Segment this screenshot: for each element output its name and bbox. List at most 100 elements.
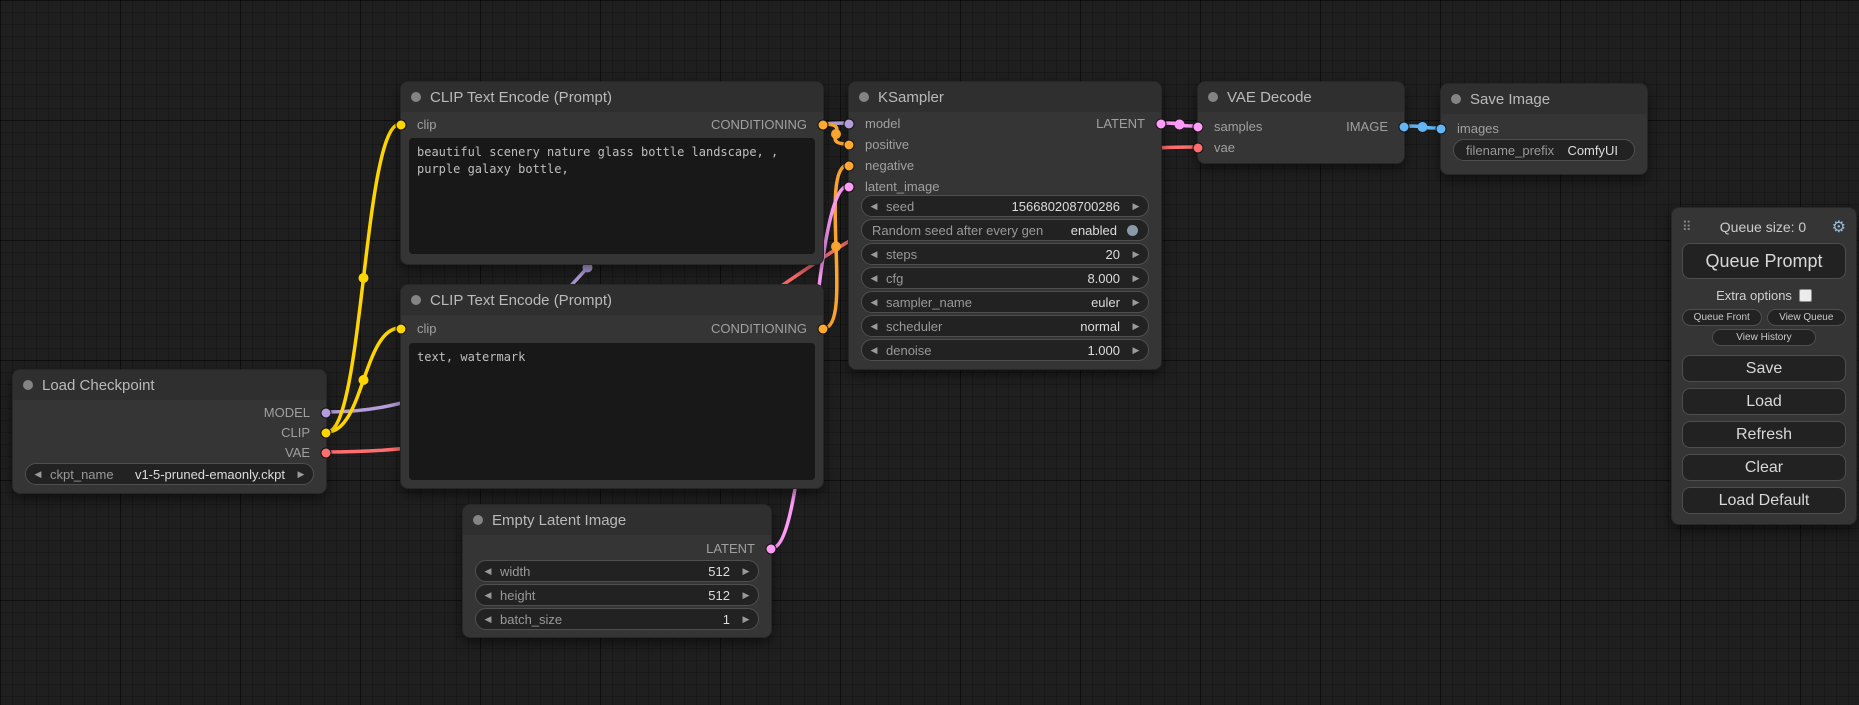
image-output-port[interactable] bbox=[1399, 122, 1410, 133]
latent-output-port[interactable] bbox=[766, 544, 777, 555]
decrement-icon[interactable] bbox=[862, 340, 886, 360]
decrement-icon[interactable] bbox=[862, 268, 886, 288]
node-empty-latent-titlebar[interactable]: Empty Latent Image bbox=[463, 505, 771, 535]
graph-canvas[interactable]: Load Checkpoint MODEL CLIP VAE ckpt_name… bbox=[0, 0, 1859, 705]
conditioning-output-port[interactable] bbox=[818, 120, 829, 131]
batch-size-widget[interactable]: batch_size 1 bbox=[475, 608, 759, 630]
images-input-port[interactable] bbox=[1436, 124, 1447, 135]
queue-prompt-button[interactable]: Queue Prompt bbox=[1682, 243, 1846, 279]
node-clip-negative-titlebar[interactable]: CLIP Text Encode (Prompt) bbox=[401, 285, 823, 315]
collapse-dot-icon[interactable] bbox=[1208, 92, 1218, 102]
height-widget[interactable]: height 512 bbox=[475, 584, 759, 606]
negative-prompt-textarea[interactable]: text, watermark bbox=[409, 343, 815, 480]
extra-options-label: Extra options bbox=[1716, 288, 1792, 303]
prev-value-icon[interactable] bbox=[862, 292, 886, 312]
model-input-port[interactable] bbox=[844, 119, 855, 130]
seed-widget[interactable]: seed 156680208700286 bbox=[861, 195, 1149, 217]
node-clip-positive-titlebar[interactable]: CLIP Text Encode (Prompt) bbox=[401, 82, 823, 112]
node-load-checkpoint-titlebar[interactable]: Load Checkpoint bbox=[13, 370, 326, 400]
negative-input-port[interactable] bbox=[844, 161, 855, 172]
samples-input-port[interactable] bbox=[1193, 122, 1204, 133]
widget-value: 20 bbox=[917, 247, 1124, 262]
scheduler-widget[interactable]: scheduler normal bbox=[861, 315, 1149, 337]
decrement-icon[interactable] bbox=[862, 196, 886, 216]
sampler-name-widget[interactable]: sampler_name euler bbox=[861, 291, 1149, 313]
node-load-checkpoint[interactable]: Load Checkpoint MODEL CLIP VAE ckpt_name… bbox=[12, 369, 327, 494]
latent-output-port[interactable] bbox=[1156, 119, 1167, 130]
collapse-dot-icon[interactable] bbox=[411, 295, 421, 305]
steps-widget[interactable]: steps 20 bbox=[861, 243, 1149, 265]
save-button[interactable]: Save bbox=[1682, 355, 1846, 382]
prev-value-icon[interactable] bbox=[26, 464, 50, 484]
denoise-widget[interactable]: denoise 1.000 bbox=[861, 339, 1149, 361]
decrement-icon[interactable] bbox=[476, 561, 500, 581]
collapse-dot-icon[interactable] bbox=[1451, 94, 1461, 104]
output-label-conditioning: CONDITIONING bbox=[711, 319, 807, 339]
increment-icon[interactable] bbox=[1124, 196, 1148, 216]
decrement-icon[interactable] bbox=[862, 244, 886, 264]
collapse-dot-icon[interactable] bbox=[411, 92, 421, 102]
refresh-button[interactable]: Refresh bbox=[1682, 421, 1846, 448]
node-clip-text-encode-negative[interactable]: CLIP Text Encode (Prompt) clip CONDITION… bbox=[400, 284, 824, 489]
input-label-positive: positive bbox=[865, 135, 909, 155]
latent-image-input-port[interactable] bbox=[844, 182, 855, 193]
wire-midpoint-dot bbox=[1418, 122, 1428, 132]
node-save-image[interactable]: Save Image images filename_prefix ComfyU… bbox=[1440, 83, 1648, 175]
drag-handle-icon[interactable] bbox=[1682, 219, 1698, 235]
increment-icon[interactable] bbox=[734, 585, 758, 605]
ckpt-name-widget[interactable]: ckpt_name v1-5-pruned-emaonly.ckpt bbox=[25, 463, 314, 485]
node-empty-latent-image[interactable]: Empty Latent Image LATENT width 512 heig… bbox=[462, 504, 772, 638]
decrement-icon[interactable] bbox=[476, 609, 500, 629]
filename-prefix-widget[interactable]: filename_prefix ComfyUI bbox=[1453, 139, 1635, 161]
wire-midpoint-dot bbox=[359, 273, 369, 283]
widget-name: sampler_name bbox=[886, 295, 972, 310]
vae-output-port[interactable] bbox=[321, 448, 332, 459]
node-ksampler-titlebar[interactable]: KSampler bbox=[849, 82, 1161, 112]
positive-prompt-textarea[interactable]: beautiful scenery nature glass bottle la… bbox=[409, 138, 815, 254]
increment-icon[interactable] bbox=[1124, 268, 1148, 288]
wire-midpoint-dot bbox=[359, 375, 369, 385]
node-save-image-titlebar[interactable]: Save Image bbox=[1441, 84, 1647, 114]
increment-icon[interactable] bbox=[1124, 244, 1148, 264]
clip-input-port[interactable] bbox=[396, 120, 407, 131]
extra-options-checkbox[interactable] bbox=[1799, 289, 1812, 302]
load-default-button[interactable]: Load Default bbox=[1682, 487, 1846, 514]
comfy-menu-panel[interactable]: Queue size: 0 Queue Prompt Extra options… bbox=[1671, 207, 1857, 525]
model-output-port[interactable] bbox=[321, 408, 332, 419]
settings-gear-icon[interactable] bbox=[1828, 217, 1846, 237]
random-seed-toggle-widget[interactable]: Random seed after every gen enabled bbox=[861, 219, 1149, 241]
increment-icon[interactable] bbox=[734, 609, 758, 629]
load-button[interactable]: Load bbox=[1682, 388, 1846, 415]
input-label-samples: samples bbox=[1214, 117, 1262, 137]
vae-input-port[interactable] bbox=[1193, 143, 1204, 154]
increment-icon[interactable] bbox=[734, 561, 758, 581]
node-ksampler[interactable]: KSampler model positive negative latent_… bbox=[848, 81, 1162, 370]
next-value-icon[interactable] bbox=[1124, 316, 1148, 336]
collapse-dot-icon[interactable] bbox=[23, 380, 33, 390]
widget-name: batch_size bbox=[500, 612, 562, 627]
increment-icon[interactable] bbox=[1124, 340, 1148, 360]
prev-value-icon[interactable] bbox=[862, 316, 886, 336]
queue-front-button[interactable]: Queue Front bbox=[1682, 309, 1762, 326]
node-clip-text-encode-positive[interactable]: CLIP Text Encode (Prompt) clip CONDITION… bbox=[400, 81, 824, 265]
view-history-button[interactable]: View History bbox=[1712, 329, 1816, 346]
node-vae-decode-titlebar[interactable]: VAE Decode bbox=[1198, 82, 1404, 112]
collapse-dot-icon[interactable] bbox=[473, 515, 483, 525]
node-vae-decode[interactable]: VAE Decode samples vae IMAGE bbox=[1197, 81, 1405, 164]
input-label-negative: negative bbox=[865, 156, 914, 176]
positive-input-port[interactable] bbox=[844, 140, 855, 151]
clip-input-port[interactable] bbox=[396, 324, 407, 335]
collapse-dot-icon[interactable] bbox=[859, 92, 869, 102]
next-value-icon[interactable] bbox=[289, 464, 313, 484]
input-label-images: images bbox=[1457, 119, 1499, 139]
output-label-vae: VAE bbox=[285, 443, 310, 463]
toggle-on-icon[interactable] bbox=[1127, 225, 1138, 236]
conditioning-output-port[interactable] bbox=[818, 324, 829, 335]
clip-output-port[interactable] bbox=[321, 428, 332, 439]
width-widget[interactable]: width 512 bbox=[475, 560, 759, 582]
decrement-icon[interactable] bbox=[476, 585, 500, 605]
next-value-icon[interactable] bbox=[1124, 292, 1148, 312]
cfg-widget[interactable]: cfg 8.000 bbox=[861, 267, 1149, 289]
view-queue-button[interactable]: View Queue bbox=[1767, 309, 1847, 326]
clear-button[interactable]: Clear bbox=[1682, 454, 1846, 481]
